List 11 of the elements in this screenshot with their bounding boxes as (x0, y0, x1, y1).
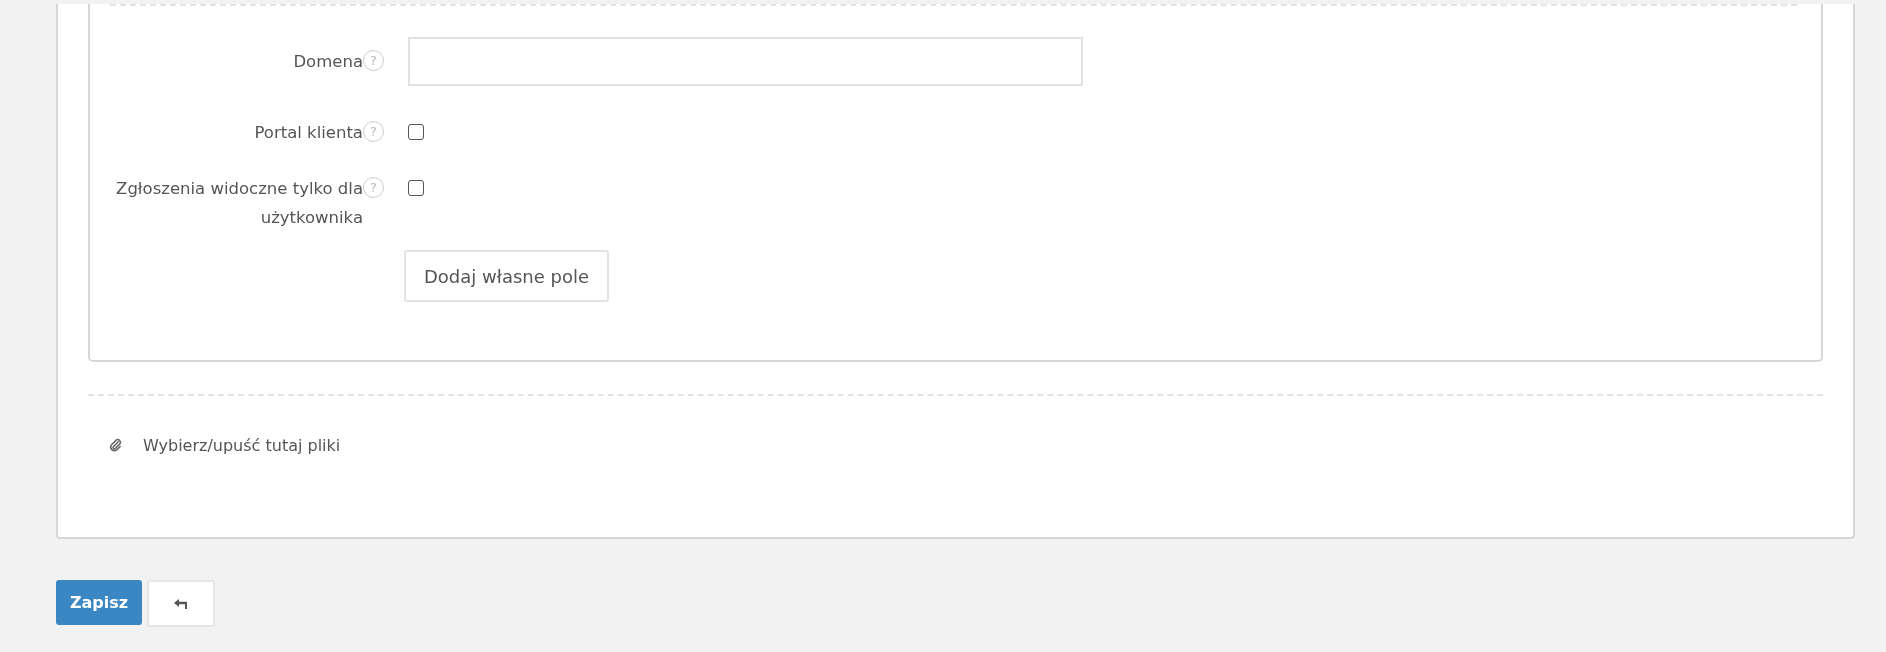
add-field-button[interactable]: Dodaj własne pole (404, 250, 609, 302)
field-label: Zgłoszenia widoczne tylko dla użytkownika (115, 178, 363, 229)
input-field[interactable] (408, 37, 1083, 86)
field-label: Portal klienta (253, 122, 363, 144)
checkbox[interactable] (408, 180, 424, 196)
field-label: Domena (292, 51, 363, 73)
file-drop-link[interactable]: Wybierz/upuść tutaj pliki (143, 436, 341, 455)
return-arrow-icon (174, 598, 188, 609)
paperclip-icon (108, 438, 123, 453)
checkbox[interactable] (408, 124, 424, 140)
save-button[interactable]: Zapisz (56, 580, 142, 625)
